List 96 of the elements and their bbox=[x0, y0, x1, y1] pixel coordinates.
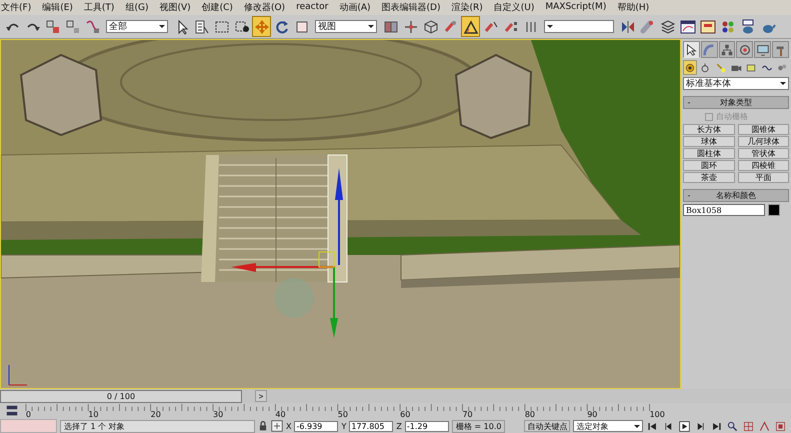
menu-item[interactable]: 组(G) bbox=[125, 0, 148, 14]
color-swatch[interactable] bbox=[768, 204, 780, 216]
sphere-icon bbox=[684, 62, 696, 74]
z-label: Z bbox=[396, 422, 402, 430]
script-listener-field[interactable] bbox=[0, 419, 57, 433]
teapot-window-icon bbox=[740, 18, 756, 35]
dashed-circle-square-icon bbox=[234, 18, 250, 35]
menu-item[interactable]: 渲染(R) bbox=[451, 0, 483, 14]
y-coordinate-field[interactable]: 177.805 bbox=[349, 420, 394, 432]
play-icon bbox=[679, 420, 690, 432]
curved-tube-icon bbox=[702, 42, 716, 57]
capsule-icon bbox=[640, 18, 656, 35]
menu-item[interactable]: 编辑(E) bbox=[42, 0, 73, 14]
pointer-icon bbox=[684, 42, 698, 57]
menu-item[interactable]: MAXScript(M) bbox=[545, 2, 606, 12]
key-filter-dropdown[interactable]: 选定对象 bbox=[573, 420, 644, 432]
lock-icon[interactable] bbox=[258, 420, 268, 432]
schematic-window-icon bbox=[700, 18, 716, 35]
object-type-button[interactable]: 四棱锥 bbox=[738, 160, 789, 172]
reference-coordinate-dropdown[interactable]: 视图 bbox=[315, 20, 377, 34]
object-type-button[interactable]: 长方体 bbox=[683, 124, 734, 136]
monitor-icon bbox=[756, 42, 770, 57]
lamp-icon bbox=[714, 62, 727, 74]
time-slider-thumb[interactable]: 0 / 100 bbox=[0, 390, 242, 404]
menu-item[interactable]: 自定义(U) bbox=[494, 0, 534, 14]
playback-button[interactable] bbox=[726, 420, 740, 432]
playback-button[interactable] bbox=[678, 420, 692, 432]
curve-window-icon bbox=[680, 18, 696, 35]
object-type-button[interactable]: 圆柱体 bbox=[683, 148, 734, 160]
ruler-label: 40 bbox=[275, 410, 286, 419]
menu-item[interactable]: 图表编辑器(D) bbox=[382, 0, 440, 14]
menu-item[interactable]: 工具(T) bbox=[84, 0, 114, 14]
skip-end-icon bbox=[711, 420, 722, 432]
x-label: X bbox=[286, 422, 292, 430]
rollout-header[interactable]: - 名称和颜色 bbox=[683, 189, 789, 202]
z-coordinate-field[interactable]: -1.29 bbox=[404, 420, 449, 432]
menu-item[interactable]: reactor bbox=[296, 2, 328, 12]
step-back-icon bbox=[663, 420, 674, 432]
ruler-label: 90 bbox=[587, 410, 598, 419]
object-type-button[interactable]: 平面 bbox=[738, 172, 789, 184]
menu-item[interactable]: 动画(A) bbox=[339, 0, 370, 14]
skip-start-icon bbox=[647, 420, 658, 432]
object-name-field[interactable]: Box1058 bbox=[683, 204, 765, 216]
category-dropdown[interactable]: 标准基本体 bbox=[683, 77, 789, 90]
list-select-icon bbox=[194, 18, 210, 35]
axis-tripod-icon bbox=[8, 364, 28, 386]
named-selection-dropdown[interactable] bbox=[544, 20, 614, 34]
ruler-label: 80 bbox=[524, 410, 536, 419]
circular-arrow-icon bbox=[274, 18, 290, 35]
circle-motion-icon bbox=[738, 42, 752, 57]
wave-link-icon bbox=[84, 18, 100, 35]
dashed-square-icon bbox=[214, 18, 230, 35]
checkbox-label: 自动栅格 bbox=[716, 111, 748, 122]
category-button[interactable] bbox=[683, 60, 698, 76]
object-type-button[interactable]: 管状体 bbox=[738, 148, 789, 160]
rollout-header[interactable]: - 对象类型 bbox=[683, 96, 789, 110]
x-coordinate-field[interactable]: -6.939 bbox=[294, 420, 338, 432]
next-frame-button[interactable]: > bbox=[255, 390, 267, 402]
absolute-mode-icon[interactable] bbox=[271, 420, 283, 432]
y-label: Y bbox=[341, 422, 346, 430]
panel-tab[interactable] bbox=[754, 41, 772, 58]
menu-item[interactable]: 修改器(O) bbox=[244, 0, 286, 14]
ruler-label: 30 bbox=[213, 410, 224, 419]
square-icon bbox=[294, 18, 310, 35]
status-message: 选择了 1 个 对象 bbox=[60, 420, 255, 432]
object-type-button[interactable]: 几何球体 bbox=[738, 136, 789, 148]
ruler-label: 70 bbox=[462, 410, 473, 419]
object-type-button[interactable]: 球体 bbox=[683, 136, 734, 148]
angle-triangle-icon bbox=[462, 18, 478, 35]
ruler-label: 0 bbox=[26, 410, 31, 419]
magnifier-icon bbox=[727, 420, 738, 432]
selection-filter-dropdown[interactable]: 全部 bbox=[106, 20, 168, 34]
auto-key-button[interactable]: 自动关键点 bbox=[524, 420, 570, 432]
mirror-icon bbox=[620, 18, 636, 35]
menu-item[interactable]: 帮助(H) bbox=[617, 0, 650, 14]
object-type-button[interactable]: 圆锥体 bbox=[738, 124, 789, 136]
ruler-label: 20 bbox=[150, 410, 161, 419]
hierarchy-icon bbox=[720, 42, 734, 57]
step-forward-icon bbox=[695, 420, 706, 432]
cube-icon bbox=[422, 18, 438, 35]
object-type-button[interactable]: 圆环 bbox=[683, 160, 734, 172]
ruler-label: 60 bbox=[400, 410, 410, 419]
menu-item[interactable]: 文件(F) bbox=[1, 0, 32, 14]
toolbar-button[interactable] bbox=[461, 16, 480, 38]
menu-item[interactable]: 创建(C) bbox=[202, 0, 233, 14]
menu-item[interactable]: 视图(V) bbox=[159, 0, 191, 14]
ruler-label: 100 bbox=[650, 410, 665, 419]
panel-tab[interactable] bbox=[683, 41, 700, 58]
grid-size-text: 栅格 = 10.0 bbox=[452, 420, 506, 432]
object-type-button[interactable]: 茶壶 bbox=[683, 172, 734, 184]
ruler-label: 50 bbox=[338, 410, 348, 419]
layers-icon bbox=[660, 18, 676, 35]
crosshair-icon bbox=[402, 18, 418, 35]
material-grid-icon bbox=[720, 18, 736, 35]
ruler-label: 10 bbox=[88, 410, 98, 419]
cross-arrows-icon bbox=[254, 18, 270, 35]
